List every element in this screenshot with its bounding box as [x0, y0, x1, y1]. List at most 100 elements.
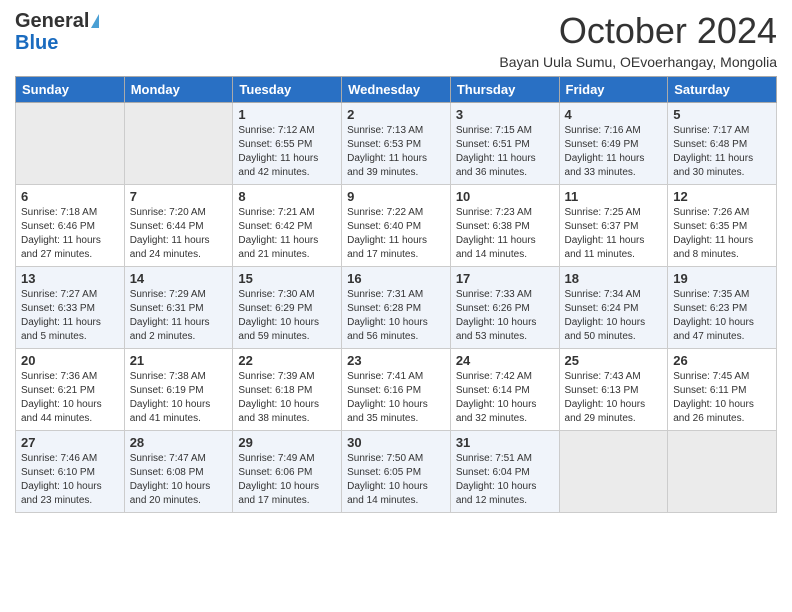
day-number: 30: [347, 435, 445, 450]
calendar-day-cell: 31 Sunrise: 7:51 AMSunset: 6:04 PMDayligh…: [450, 431, 559, 513]
day-number: 22: [238, 353, 336, 368]
day-number: 18: [565, 271, 663, 286]
column-header-saturday: Saturday: [668, 77, 777, 103]
calendar-day-cell: 24 Sunrise: 7:42 AMSunset: 6:14 PMDayligh…: [450, 349, 559, 431]
logo: General Blue: [15, 10, 99, 54]
calendar-day-cell: 9 Sunrise: 7:22 AMSunset: 6:40 PMDaylight…: [342, 185, 451, 267]
calendar-week-row: 13 Sunrise: 7:27 AMSunset: 6:33 PMDayligh…: [16, 267, 777, 349]
day-number: 19: [673, 271, 771, 286]
day-info: Sunrise: 7:34 AMSunset: 6:24 PMDaylight:…: [565, 288, 663, 344]
day-number: 31: [456, 435, 554, 450]
day-number: 26: [673, 353, 771, 368]
day-info: Sunrise: 7:36 AMSunset: 6:21 PMDaylight:…: [21, 370, 119, 426]
calendar-day-cell: 22 Sunrise: 7:39 AMSunset: 6:18 PMDayligh…: [233, 349, 342, 431]
day-info: Sunrise: 7:23 AMSunset: 6:38 PMDaylight:…: [456, 206, 554, 262]
day-number: 1: [238, 107, 336, 122]
calendar-table: SundayMondayTuesdayWednesdayThursdayFrid…: [15, 76, 777, 513]
day-info: Sunrise: 7:49 AMSunset: 6:06 PMDaylight:…: [238, 452, 336, 508]
day-number: 13: [21, 271, 119, 286]
calendar-day-cell: 11Sunrise: 7:25 AMSunset: 6:37 PMDayligh…: [559, 185, 668, 267]
day-number: 21: [130, 353, 228, 368]
day-number: 17: [456, 271, 554, 286]
day-number: 29: [238, 435, 336, 450]
location-subtitle: Bayan Uula Sumu, OEvoerhangay, Mongolia: [499, 54, 777, 70]
calendar-day-cell: 25Sunrise: 7:43 AMSunset: 6:13 PMDayligh…: [559, 349, 668, 431]
calendar-day-cell: 16 Sunrise: 7:31 AMSunset: 6:28 PMDayligh…: [342, 267, 451, 349]
day-info: Sunrise: 7:46 AMSunset: 6:10 PMDaylight:…: [21, 452, 119, 508]
day-number: 12: [673, 189, 771, 204]
month-title: October 2024: [499, 10, 777, 52]
day-info: Sunrise: 7:51 AMSunset: 6:04 PMDaylight:…: [456, 452, 554, 508]
calendar-day-cell: 2 Sunrise: 7:13 AMSunset: 6:53 PMDaylight…: [342, 103, 451, 185]
calendar-day-cell: 3Sunrise: 7:15 AMSunset: 6:51 PMDaylight…: [450, 103, 559, 185]
calendar-week-row: 6 Sunrise: 7:18 AMSunset: 6:46 PMDaylight…: [16, 185, 777, 267]
page-header: General Blue October 2024 Bayan Uula Sum…: [15, 10, 777, 70]
logo-blue-text: Blue: [15, 32, 58, 54]
calendar-day-cell: 20 Sunrise: 7:36 AMSunset: 6:21 PMDayligh…: [16, 349, 125, 431]
day-number: 9: [347, 189, 445, 204]
day-info: Sunrise: 7:41 AMSunset: 6:16 PMDaylight:…: [347, 370, 445, 426]
logo-general-text: General: [15, 10, 89, 32]
day-info: Sunrise: 7:42 AMSunset: 6:14 PMDaylight:…: [456, 370, 554, 426]
day-info: Sunrise: 7:12 AMSunset: 6:55 PMDaylight:…: [238, 124, 336, 180]
calendar-week-row: 20 Sunrise: 7:36 AMSunset: 6:21 PMDayligh…: [16, 349, 777, 431]
calendar-day-cell: [668, 431, 777, 513]
column-header-wednesday: Wednesday: [342, 77, 451, 103]
column-header-friday: Friday: [559, 77, 668, 103]
logo-triangle-icon: [91, 14, 99, 28]
day-info: Sunrise: 7:15 AMSunset: 6:51 PMDaylight:…: [456, 124, 554, 180]
calendar-day-cell: 28 Sunrise: 7:47 AMSunset: 6:08 PMDayligh…: [124, 431, 233, 513]
calendar-week-row: 1 Sunrise: 7:12 AMSunset: 6:55 PMDaylight…: [16, 103, 777, 185]
day-number: 25: [565, 353, 663, 368]
calendar-day-cell: 14Sunrise: 7:29 AMSunset: 6:31 PMDayligh…: [124, 267, 233, 349]
day-number: 7: [130, 189, 228, 204]
day-info: Sunrise: 7:50 AMSunset: 6:05 PMDaylight:…: [347, 452, 445, 508]
calendar-week-row: 27 Sunrise: 7:46 AMSunset: 6:10 PMDayligh…: [16, 431, 777, 513]
day-info: Sunrise: 7:29 AMSunset: 6:31 PMDaylight:…: [130, 288, 228, 344]
day-info: Sunrise: 7:21 AMSunset: 6:42 PMDaylight:…: [238, 206, 336, 262]
calendar-header-row: SundayMondayTuesdayWednesdayThursdayFrid…: [16, 77, 777, 103]
day-info: Sunrise: 7:30 AMSunset: 6:29 PMDaylight:…: [238, 288, 336, 344]
day-info: Sunrise: 7:16 AMSunset: 6:49 PMDaylight:…: [565, 124, 663, 180]
calendar-day-cell: 6 Sunrise: 7:18 AMSunset: 6:46 PMDaylight…: [16, 185, 125, 267]
day-number: 16: [347, 271, 445, 286]
day-info: Sunrise: 7:31 AMSunset: 6:28 PMDaylight:…: [347, 288, 445, 344]
day-info: Sunrise: 7:39 AMSunset: 6:18 PMDaylight:…: [238, 370, 336, 426]
calendar-day-cell: 8 Sunrise: 7:21 AMSunset: 6:42 PMDaylight…: [233, 185, 342, 267]
day-number: 6: [21, 189, 119, 204]
day-number: 23: [347, 353, 445, 368]
calendar-day-cell: 30 Sunrise: 7:50 AMSunset: 6:05 PMDayligh…: [342, 431, 451, 513]
calendar-day-cell: 29 Sunrise: 7:49 AMSunset: 6:06 PMDayligh…: [233, 431, 342, 513]
day-number: 5: [673, 107, 771, 122]
day-info: Sunrise: 7:18 AMSunset: 6:46 PMDaylight:…: [21, 206, 119, 262]
column-header-monday: Monday: [124, 77, 233, 103]
day-number: 10: [456, 189, 554, 204]
calendar-day-cell: 7 Sunrise: 7:20 AMSunset: 6:44 PMDaylight…: [124, 185, 233, 267]
day-info: Sunrise: 7:22 AMSunset: 6:40 PMDaylight:…: [347, 206, 445, 262]
day-info: Sunrise: 7:13 AMSunset: 6:53 PMDaylight:…: [347, 124, 445, 180]
day-number: 15: [238, 271, 336, 286]
day-number: 20: [21, 353, 119, 368]
day-info: Sunrise: 7:27 AMSunset: 6:33 PMDaylight:…: [21, 288, 119, 344]
column-header-sunday: Sunday: [16, 77, 125, 103]
calendar-day-cell: [124, 103, 233, 185]
day-info: Sunrise: 7:17 AMSunset: 6:48 PMDaylight:…: [673, 124, 771, 180]
day-number: 28: [130, 435, 228, 450]
day-info: Sunrise: 7:47 AMSunset: 6:08 PMDaylight:…: [130, 452, 228, 508]
day-info: Sunrise: 7:45 AMSunset: 6:11 PMDaylight:…: [673, 370, 771, 426]
day-info: Sunrise: 7:33 AMSunset: 6:26 PMDaylight:…: [456, 288, 554, 344]
calendar-day-cell: 18 Sunrise: 7:34 AMSunset: 6:24 PMDayligh…: [559, 267, 668, 349]
day-info: Sunrise: 7:20 AMSunset: 6:44 PMDaylight:…: [130, 206, 228, 262]
calendar-day-cell: 27 Sunrise: 7:46 AMSunset: 6:10 PMDayligh…: [16, 431, 125, 513]
calendar-day-cell: [559, 431, 668, 513]
calendar-day-cell: 15 Sunrise: 7:30 AMSunset: 6:29 PMDayligh…: [233, 267, 342, 349]
calendar-day-cell: 5 Sunrise: 7:17 AMSunset: 6:48 PMDaylight…: [668, 103, 777, 185]
day-number: 24: [456, 353, 554, 368]
column-header-tuesday: Tuesday: [233, 77, 342, 103]
calendar-day-cell: 13 Sunrise: 7:27 AMSunset: 6:33 PMDayligh…: [16, 267, 125, 349]
day-number: 2: [347, 107, 445, 122]
calendar-day-cell: 4Sunrise: 7:16 AMSunset: 6:49 PMDaylight…: [559, 103, 668, 185]
day-info: Sunrise: 7:26 AMSunset: 6:35 PMDaylight:…: [673, 206, 771, 262]
day-number: 27: [21, 435, 119, 450]
day-number: 8: [238, 189, 336, 204]
